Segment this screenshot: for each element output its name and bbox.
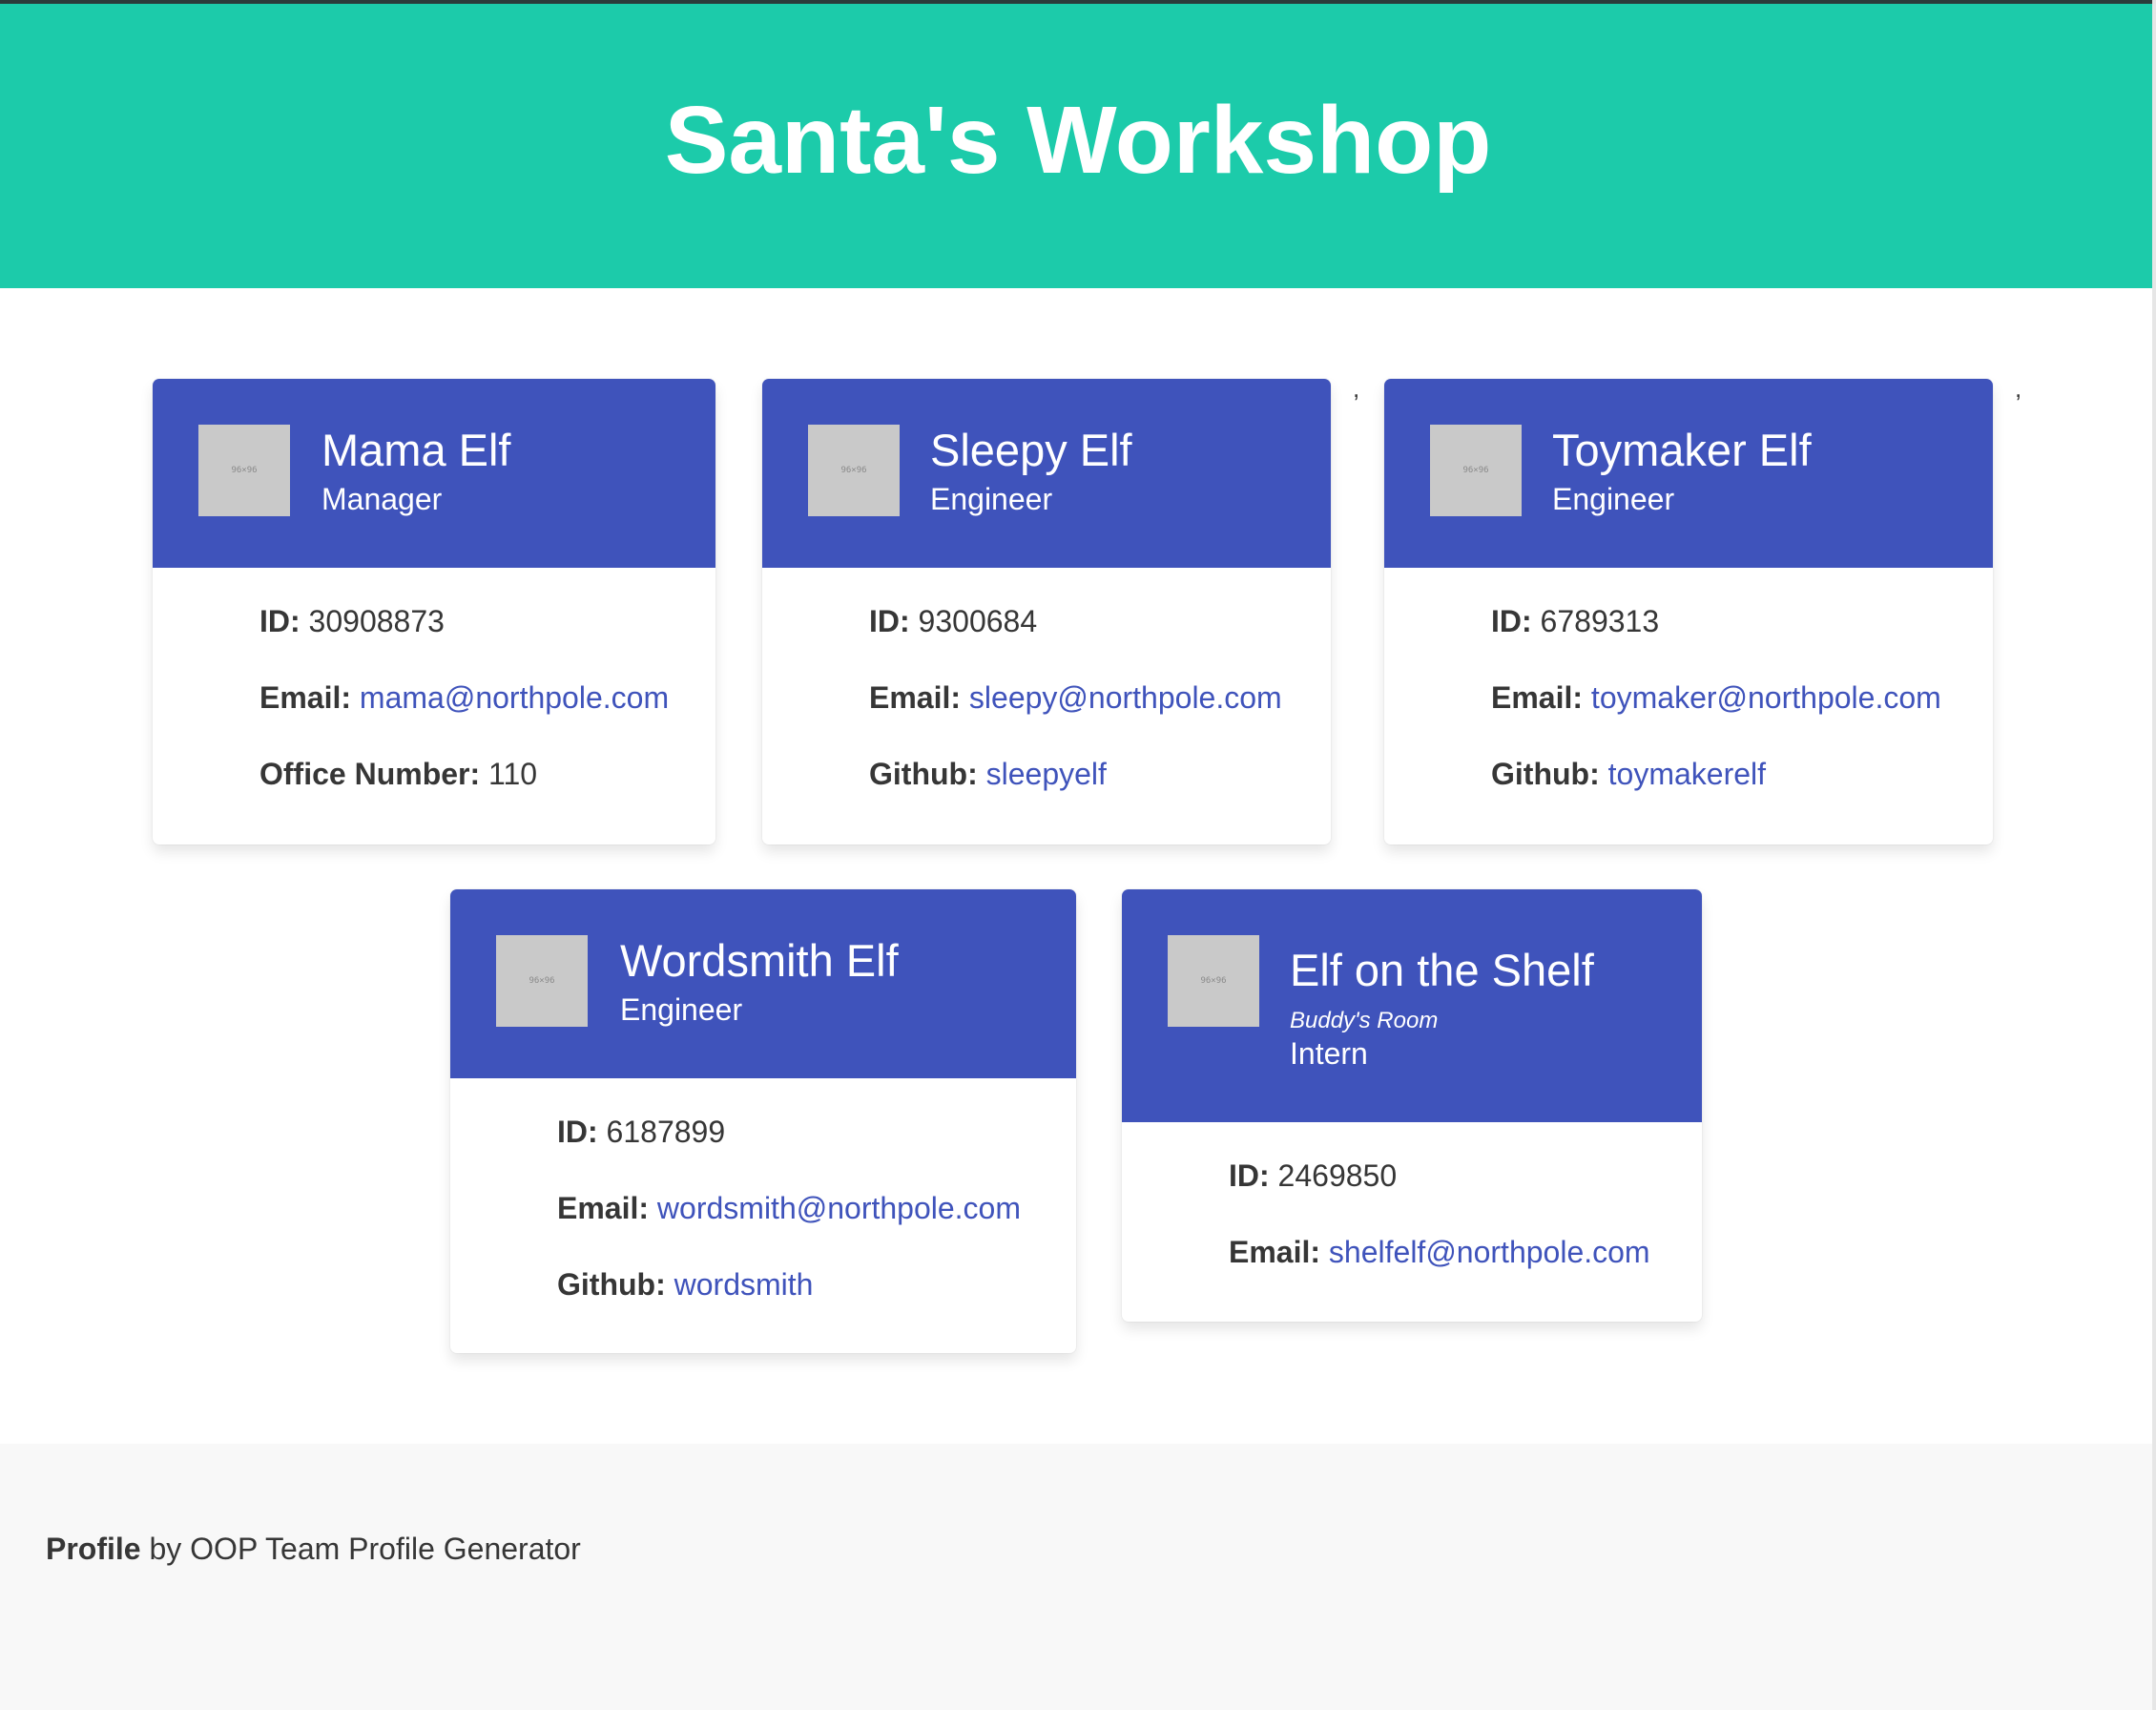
employee-name: Toymaker Elf <box>1552 425 1812 475</box>
avatar: 96×96 <box>1168 935 1259 1027</box>
github-link[interactable]: wordsmith <box>674 1267 814 1302</box>
email-link[interactable]: shelfelf@northpole.com <box>1329 1235 1650 1269</box>
employee-role: Engineer <box>930 482 1053 516</box>
employee-role: Engineer <box>1552 482 1675 516</box>
github-username: Github: toymakerelf <box>1491 757 1767 791</box>
card-header: 96×96 Elf on the Shelf Buddy's Room Inte… <box>1122 889 1702 1122</box>
page-footer: Profile by OOP Team Profile Generator <box>0 1444 2156 1710</box>
avatar: 96×96 <box>198 425 290 516</box>
employee-card-elf-on-the-shelf: 96×96 Elf on the Shelf Buddy's Room Inte… <box>1122 889 1702 1322</box>
email-link[interactable]: toymaker@northpole.com <box>1591 680 1941 715</box>
email-link[interactable]: wordsmith@northpole.com <box>657 1191 1021 1225</box>
avatar: 96×96 <box>1430 425 1522 516</box>
employee-id: ID: 6789313 <box>1491 604 1660 638</box>
employee-role: Manager <box>321 482 443 516</box>
employee-id: ID: 6187899 <box>557 1115 726 1149</box>
footer-credit: Profile by OOP Team Profile Generator <box>46 1532 581 1567</box>
email-link[interactable]: sleepy@northpole.com <box>969 680 1282 715</box>
employee-role: Engineer <box>620 992 743 1027</box>
github-link[interactable]: sleepyelf <box>986 757 1107 791</box>
employee-school: Buddy's Room <box>1290 1008 1439 1033</box>
avatar: 96×96 <box>496 935 588 1027</box>
stray-comma: , <box>1353 374 1360 403</box>
card-header: 96×96 Sleepy Elf Engineer <box>762 379 1331 568</box>
hero-banner: Santa's Workshop <box>0 4 2156 288</box>
window-right-edge <box>2152 0 2156 1710</box>
employee-card-sleepy-elf: 96×96 Sleepy Elf Engineer ID: 9300684 Em… <box>762 379 1331 845</box>
employee-name: Wordsmith Elf <box>620 935 899 986</box>
github-link[interactable]: toymakerelf <box>1608 757 1766 791</box>
footer-text: by OOP Team Profile Generator <box>140 1532 581 1566</box>
employee-email: Email: wordsmith@northpole.com <box>557 1191 1021 1225</box>
github-username: Github: wordsmith <box>557 1267 814 1302</box>
employee-card-mama-elf: 96×96 Mama Elf Manager ID: 30908873 Emai… <box>153 379 715 845</box>
page-title: Santa's Workshop <box>664 86 1492 194</box>
employee-card-wordsmith-elf: 96×96 Wordsmith Elf Engineer ID: 6187899… <box>450 889 1076 1353</box>
employee-id: ID: 9300684 <box>869 604 1038 638</box>
footer-brand: Profile <box>46 1532 141 1566</box>
employee-email: Email: mama@northpole.com <box>259 680 670 715</box>
card-header: 96×96 Mama Elf Manager <box>153 379 715 568</box>
employee-card-toymaker-elf: 96×96 Toymaker Elf Engineer ID: 6789313 … <box>1384 379 1993 845</box>
employee-id: ID: 2469850 <box>1229 1158 1398 1193</box>
employee-role: Intern <box>1290 1036 1368 1071</box>
office-number: Office Number: 110 <box>259 757 538 791</box>
avatar: 96×96 <box>808 425 900 516</box>
team-cards-area: 96×96 Mama Elf Manager ID: 30908873 Emai… <box>0 288 2156 1446</box>
employee-id: ID: 30908873 <box>259 604 445 638</box>
employee-name: Mama Elf <box>321 425 511 475</box>
email-link[interactable]: mama@northpole.com <box>360 680 669 715</box>
employee-email: Email: toymaker@northpole.com <box>1491 680 1941 715</box>
employee-name: Sleepy Elf <box>930 425 1132 475</box>
employee-email: Email: shelfelf@northpole.com <box>1229 1235 1650 1269</box>
github-username: Github: sleepyelf <box>869 757 1107 791</box>
card-header: 96×96 Wordsmith Elf Engineer <box>450 889 1076 1078</box>
employee-email: Email: sleepy@northpole.com <box>869 680 1282 715</box>
card-header: 96×96 Toymaker Elf Engineer <box>1384 379 1993 568</box>
employee-name: Elf on the Shelf <box>1290 945 1594 995</box>
stray-comma: , <box>2015 374 2022 403</box>
